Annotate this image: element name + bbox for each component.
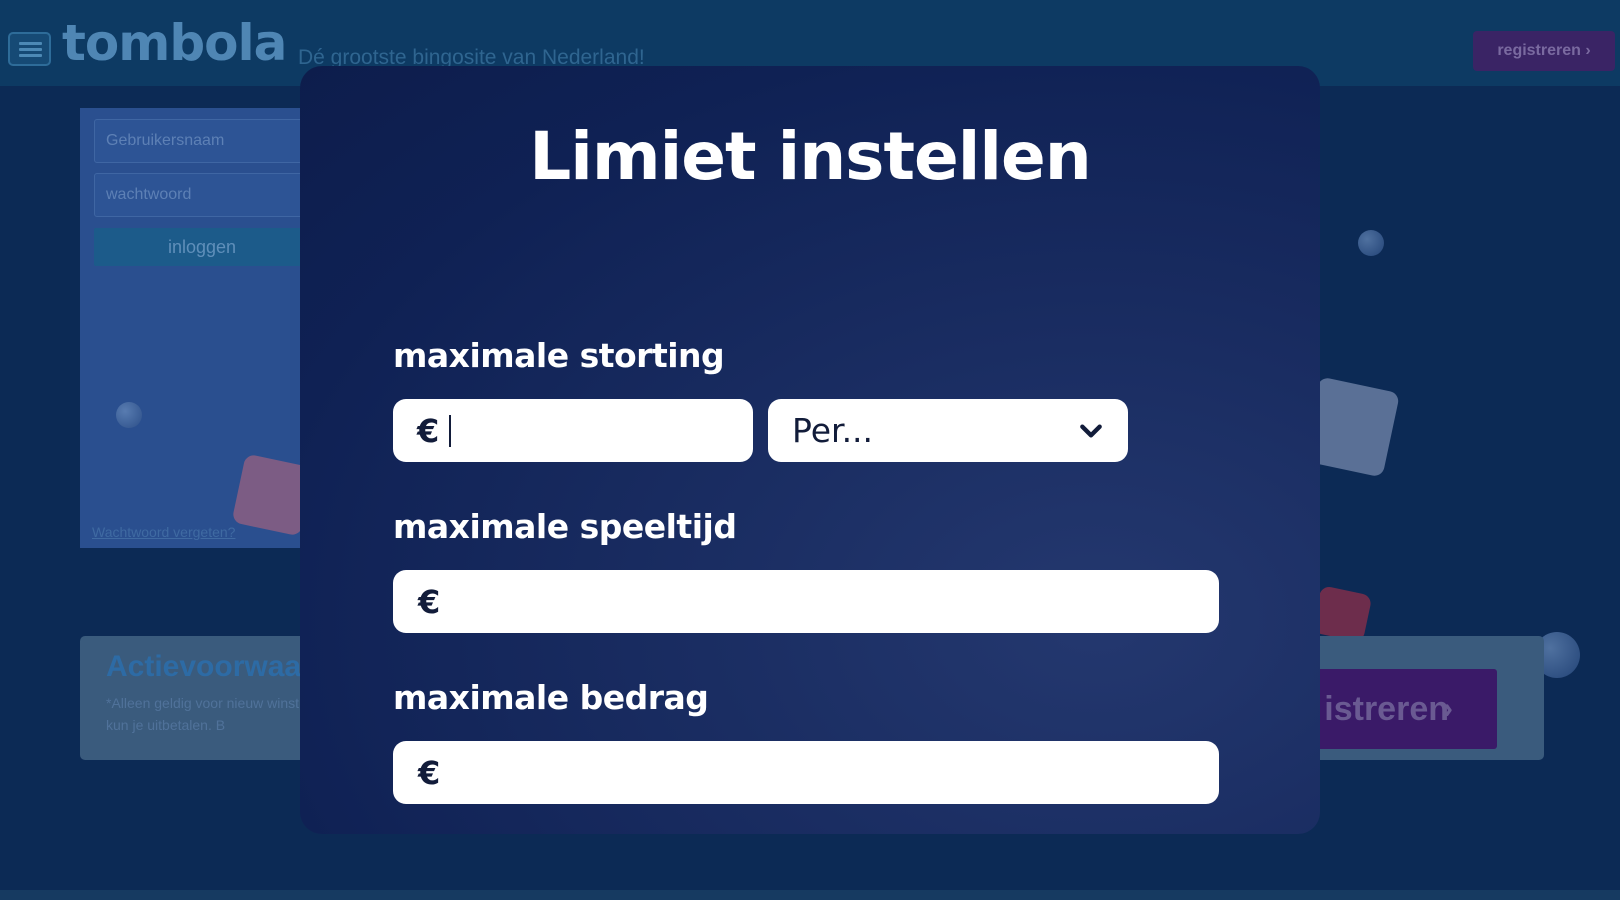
decorative-bubble	[1358, 230, 1384, 256]
deposit-amount-input[interactable]: €	[393, 399, 753, 462]
password-input[interactable]: wachtwoord	[94, 173, 310, 217]
modal-title: Limiet instellen	[529, 118, 1092, 195]
promo-register-button[interactable]: istreren ›	[1305, 669, 1497, 749]
euro-symbol: €	[418, 753, 441, 792]
text-caret	[449, 414, 452, 447]
chevron-down-icon	[1080, 424, 1102, 437]
register-top-label: registreren	[1497, 42, 1581, 59]
username-input[interactable]: Gebruikersnaam	[94, 119, 310, 163]
promo-register-label: istreren	[1324, 690, 1449, 728]
site-logo[interactable]: tombola	[62, 14, 287, 72]
promo-title: Actievoorwaa	[106, 650, 302, 683]
deposit-period-value: Per...	[792, 411, 874, 450]
chevron-right-icon: ›	[1443, 692, 1453, 725]
playtime-limit-input[interactable]: €	[393, 570, 1219, 633]
bottom-bar	[0, 890, 1620, 900]
limit-modal: Limiet instellen maximale storting € Per…	[300, 66, 1320, 834]
forgot-password-link[interactable]: Wachtwoord vergeten?	[92, 524, 235, 540]
login-button[interactable]: inloggen	[94, 228, 310, 266]
promo-text: *Alleen geldig voor nieuw winst kun je u…	[106, 695, 299, 733]
amount-limit-label: maximale bedrag	[393, 678, 709, 717]
deposit-period-select[interactable]: Per...	[768, 399, 1128, 462]
playtime-limit-label: maximale speeltijd	[393, 507, 737, 546]
euro-symbol: €	[417, 411, 440, 450]
register-top-button[interactable]: registreren ›	[1473, 31, 1615, 71]
deposit-limit-label: maximale storting	[393, 336, 725, 375]
chevron-right-icon: ›	[1585, 42, 1591, 59]
decorative-red-dice	[1311, 585, 1373, 643]
decorative-bubble	[116, 402, 142, 428]
euro-symbol: €	[418, 582, 441, 621]
hamburger-menu-icon[interactable]	[8, 32, 51, 66]
amount-limit-input[interactable]: €	[393, 741, 1219, 804]
